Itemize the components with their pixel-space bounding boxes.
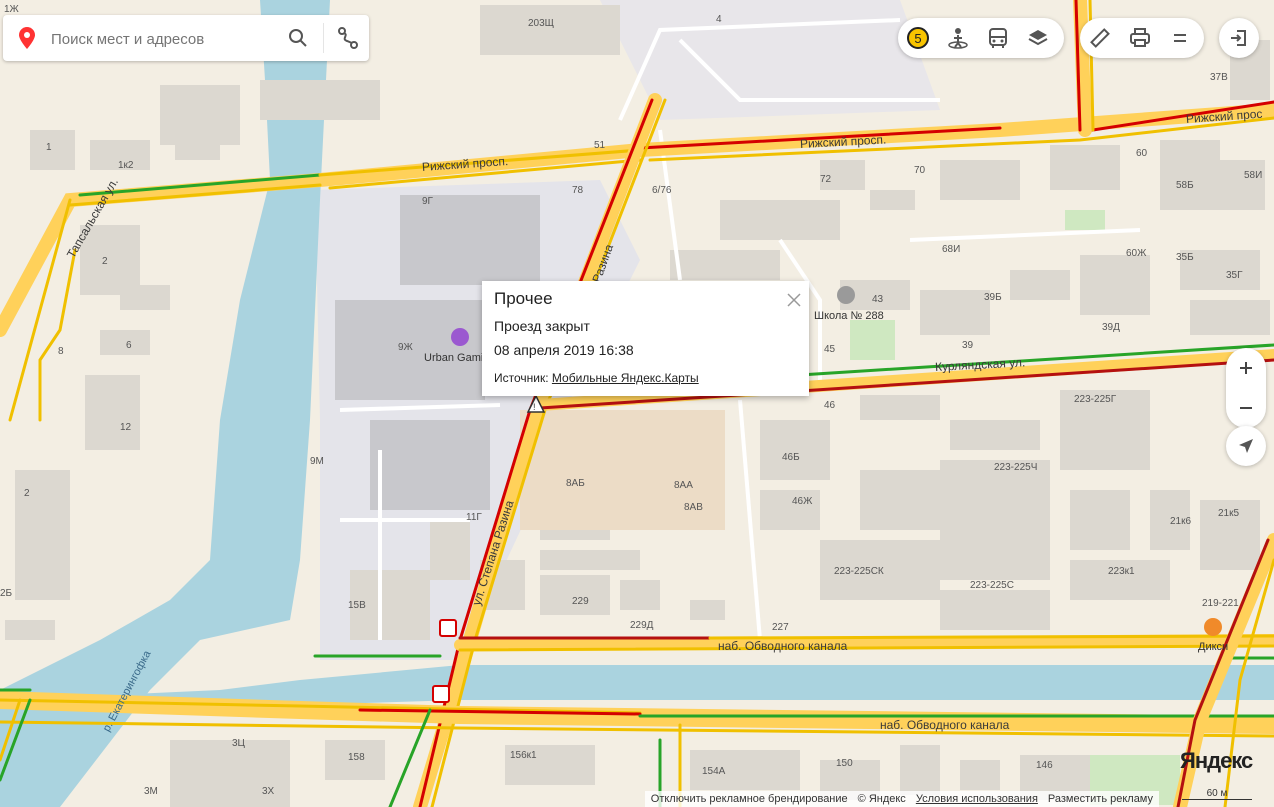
street-obvodny-2: наб. Обводного канала xyxy=(880,718,1010,732)
yandex-logo[interactable]: Яндекс xyxy=(1180,748,1253,774)
panorama-button[interactable] xyxy=(938,18,978,58)
street-obvodny-1: наб. Обводного канала xyxy=(718,639,848,653)
popup-source-link[interactable]: Мобильные Яндекс.Карты xyxy=(552,371,699,385)
layers-button[interactable] xyxy=(1018,18,1058,58)
popup-source: Источник: Мобильные Яндекс.Карты xyxy=(494,371,699,385)
yandex-logo-text: Яндекс xyxy=(1180,748,1253,773)
popup-datetime: 08 апреля 2019 16:38 xyxy=(494,342,634,358)
minus-icon xyxy=(1240,407,1252,409)
plus-icon xyxy=(1240,362,1252,374)
layers-toolbar: 5 xyxy=(898,18,1064,58)
scale-ruler: 60 м xyxy=(1182,788,1252,800)
close-icon[interactable] xyxy=(787,293,801,307)
popup-source-label: Источник: xyxy=(494,371,549,385)
ruler-icon xyxy=(1090,28,1110,48)
print-button[interactable] xyxy=(1120,18,1160,58)
traffic-event-popup: Прочее Проезд закрыт 08 апреля 2019 16:3… xyxy=(482,281,809,396)
search-input[interactable] xyxy=(49,27,279,51)
scale-label: 60 м xyxy=(1206,788,1228,799)
svg-text:!: ! xyxy=(533,402,536,412)
traffic-level-badge: 5 xyxy=(907,27,929,49)
tools-toolbar xyxy=(1080,18,1204,58)
zoom-control xyxy=(1226,348,1266,428)
traffic-button[interactable]: 5 xyxy=(898,18,938,58)
search-panel xyxy=(3,15,369,61)
panorama-person-icon xyxy=(948,28,968,49)
geolocation-button[interactable] xyxy=(1226,426,1266,466)
login-icon xyxy=(1231,30,1246,46)
login-button[interactable] xyxy=(1219,18,1259,58)
route-icon[interactable] xyxy=(337,27,359,49)
bus-icon xyxy=(989,28,1007,48)
transport-button[interactable] xyxy=(978,18,1018,58)
map-pin-icon xyxy=(19,27,35,49)
zoom-in-button[interactable] xyxy=(1226,348,1266,388)
popup-description: Проезд закрыт xyxy=(494,318,590,334)
place-ads-link[interactable]: Разместить рекламу xyxy=(1048,793,1153,805)
search-icon[interactable] xyxy=(288,28,308,48)
menu-icon xyxy=(1174,34,1186,42)
terms-link[interactable]: Условия использования xyxy=(916,793,1038,805)
layers-icon xyxy=(1028,30,1048,46)
print-icon xyxy=(1130,28,1150,47)
map-footer: Отключить рекламное брендирование © Янде… xyxy=(644,791,1159,807)
zoom-out-button[interactable] xyxy=(1226,388,1266,428)
menu-button[interactable] xyxy=(1160,18,1200,58)
popup-title: Прочее xyxy=(494,289,553,308)
copyright-text: © Яндекс xyxy=(857,793,906,805)
locate-arrow-icon xyxy=(1239,439,1253,453)
map-canvas[interactable]: ! xyxy=(0,0,1274,807)
ruler-button[interactable] xyxy=(1080,18,1120,58)
disable-branding-link[interactable]: Отключить рекламное брендирование xyxy=(651,793,848,805)
